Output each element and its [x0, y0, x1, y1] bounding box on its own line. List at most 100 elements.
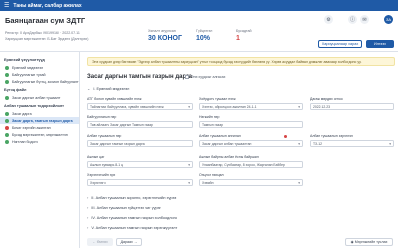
stat-value: 10% [196, 35, 211, 42]
field-label: Нэгжийн нэр [199, 115, 220, 119]
chevron-right-icon: › [87, 225, 89, 230]
field-label: АТГ болон хувийн хэвшлийн нэгж [87, 97, 142, 101]
select-value: Хэрэглэгч [90, 180, 106, 185]
field-label: Байгууллагын нэр [87, 115, 117, 119]
input-value: Улаанбаатар, Сүхбаатар, 8 хороо, Жаргала… [202, 162, 285, 167]
sidebar: Ерөнхий үзүүлэлтүүд Ерөнхий мэдээлэл Бай… [0, 52, 80, 248]
class-select[interactable]: Засаг даргын албан тушаалтан ▾ [199, 140, 303, 147]
org-select[interactable]: Тайлагнах байгууллага, хувийн хэвшлийн н… [87, 103, 193, 110]
sidebar-item[interactable]: Засаг даргын албан тушаалт [0, 94, 79, 101]
sidebar-item[interactable]: Бичиг хэргийн ажилтан [0, 124, 79, 131]
sidebar-item-label: Засаг даргын албан тушаалт [12, 95, 61, 100]
checkbox-box[interactable] [185, 75, 189, 79]
sidebar-item-label: Бичиг хэргийн ажилтан [12, 125, 51, 130]
sidebar-item-label: Ерөнхий мэдээлэл [12, 65, 44, 70]
unit-select[interactable]: Хэлтэс, ойролцоох ажилтан 24-1-1 ▾ [199, 103, 303, 110]
section-general-toggle[interactable]: ⌄ I. Ерөнхий мэдээлэл [87, 86, 129, 91]
level-select[interactable]: ТЗ-12 ▾ [310, 140, 394, 147]
stat-total: Хяналт агуулсан 30 КОНОГ [148, 29, 182, 42]
chevron-down-icon: ▾ [188, 180, 190, 185]
meta-line-2: Хариуцсан мэргэжилтэн: Б.Бат Эрдэнэ (Дэл… [5, 37, 89, 41]
stat-label: Бусадтай [236, 29, 252, 33]
chevron-down-icon: ▾ [298, 180, 300, 185]
dept-input[interactable]: Тав айлаагч Засаг даргын Тамгын газар [87, 121, 193, 128]
settings-icon[interactable]: ⚙ [324, 15, 333, 24]
page-header: Баянцагаан сум ЗДТГ Регистр: 0 АрхДарбыс… [0, 11, 398, 52]
stat-label: Гүйцэтгэл [196, 29, 213, 33]
form-title: Засаг даргын тамгын газрын дарга [87, 74, 192, 80]
arrow-right-icon: → [132, 240, 138, 244]
send-button[interactable]: Илгээх [366, 40, 394, 48]
skip-page-checkbox[interactable]: Энэ хуудсыг алгасах [185, 75, 225, 79]
next-button[interactable]: Дараах → [116, 238, 142, 246]
position-input[interactable]: Тамгын газар [199, 121, 303, 128]
section-relations-toggle[interactable]: › IV. Албан тушаалын тамгын газрын холбо… [87, 215, 177, 220]
salary-select[interactable]: Хэвийн ▾ [199, 179, 303, 186]
sidebar-item-label: Бусад мэргэжилтэн, мэргэжилтэн [12, 132, 68, 137]
stat-value: 1 [236, 35, 240, 42]
notification-icon[interactable]: ✉ [360, 15, 369, 24]
stat-progress: Гүйцэтгэл 10% [196, 29, 212, 42]
status-dot-icon [5, 132, 9, 137]
sidebar-item-label: Байгууллагын бүтэц, зохион байгуулалт [12, 79, 79, 84]
sidebar-item[interactable]: Засаг дарга [0, 110, 79, 117]
status-dot-icon [5, 65, 9, 70]
chevron-down-icon: ▾ [188, 104, 190, 109]
info-icon[interactable]: ⓘ [348, 15, 357, 24]
select-value: Хэвийн [202, 180, 214, 185]
sidebar-item[interactable]: Байгууллагын тухай [0, 71, 79, 78]
status-dot-icon [5, 125, 9, 130]
sidebar-item[interactable]: Байгууллагын бүтэц, зохион байгуулалт [0, 78, 79, 85]
app-topbar: ☰ Таны аймаг, салбар ажилах [0, 0, 398, 11]
field-label: Онцлог нөхцөл [199, 173, 224, 177]
work-select[interactable]: Хэрэглэгч ▾ [87, 179, 193, 186]
field-label: Хоёрдогч тушаал нэгж [199, 97, 236, 101]
type-input[interactable]: Засаг даргын тамгын газрын дарга [87, 140, 193, 147]
org-name: Баянцагаан сум ЗДТГ [5, 16, 86, 25]
sidebar-item[interactable]: Ерөнхий мэдээлэл [0, 64, 79, 71]
field-label: Хэрэглэгчийн эрх [87, 173, 116, 177]
menu-icon[interactable]: ☰ [4, 2, 9, 9]
sidebar-item[interactable]: Бусад мэргэжилтэн, мэргэжилтэн [0, 131, 79, 138]
sidebar-section-title: Ерөнхий үзүүлэлтүүд [4, 58, 45, 62]
sidebar-item-label: Байгууллагын тухай [12, 72, 46, 77]
status-dot-icon [5, 95, 9, 100]
date-input[interactable]: 2022.12.23 [310, 103, 394, 110]
assistant-button[interactable]: ◉ Мэргэжлийн туслах [345, 238, 393, 246]
select-value: Засаг даргын албан тушаалтан [202, 141, 252, 146]
button-label: Дараах [120, 240, 133, 244]
org-meta: Регистр: 0 АрхДарбыс /9019916/ · 2022.07… [5, 30, 88, 42]
section-purpose-toggle[interactable]: › II. Албан тушаалын зорилго, хэрэглэгчи… [87, 195, 176, 200]
field-label: Албан тушаалын ангилал [199, 134, 241, 138]
sidebar-item-label: Засаг дарга, тамгын газрын дарга [12, 118, 73, 123]
sidebar-section-title: Бүтэц файл [4, 88, 27, 92]
assigned-view-button[interactable]: Хариуцсанаар харах [318, 40, 362, 48]
input-value: 2022.12.23 [313, 104, 330, 109]
field-label: Албан тушаалын нэр [87, 134, 122, 138]
field-label: Ажлын цаг [87, 155, 105, 159]
input-value: Засаг даргын тамгын газрын дарга [90, 141, 145, 146]
section-duties-toggle[interactable]: › III. Албан тушаалын гүйцэтгэх чиг үүрэ… [87, 205, 161, 210]
checkbox-label: Энэ хуудсыг алгасах [191, 75, 226, 79]
chevron-down-icon: ⌄ [87, 86, 91, 91]
status-dot-icon [5, 111, 9, 116]
chevron-right-icon: › [87, 215, 89, 220]
skill-input[interactable]: Улаанбаатар, Сүхбаатар, 8 хороо, Жаргала… [199, 161, 303, 168]
code-select[interactable]: Ажлын хуваарь 8-1 ц ▾ [87, 161, 193, 168]
button-label: Өмнөх [96, 240, 108, 244]
select-value: Хэлтэс, ойролцоох ажилтан 24-1-1 [202, 104, 257, 109]
section-implementation-toggle[interactable]: › V. Албан тушаалын тамгын газрын хэрэгж… [87, 225, 177, 230]
avatar[interactable]: ЗА [384, 15, 393, 24]
select-value: Ажлын хуваарь 8-1 ц [90, 162, 124, 167]
sidebar-item-active[interactable]: Засаг дарга, тамгын газрын дарга [0, 117, 79, 124]
section-label: V. Албан тушаалын тамгын газрын хэрэгжүү… [91, 225, 178, 230]
section-label: IV. Албан тушаалын тамгын газрын холбоод… [91, 215, 178, 220]
field-label: Ажлын байрны албан ёсны байршил [199, 155, 259, 159]
main-content: Энэ хуудсан дээр бөглөсөн "Эдгээр албан … [80, 52, 398, 248]
topbar-title: Таны аймаг, салбар ажилах [13, 2, 82, 9]
stat-other: Бусадтай 1 [236, 29, 252, 42]
input-value: Тамгын газар [202, 122, 223, 127]
sidebar-item[interactable]: Нягтлан бодогч [0, 138, 79, 145]
previous-button[interactable]: ← Өмнөх [87, 238, 113, 246]
status-dot-icon [5, 118, 9, 123]
